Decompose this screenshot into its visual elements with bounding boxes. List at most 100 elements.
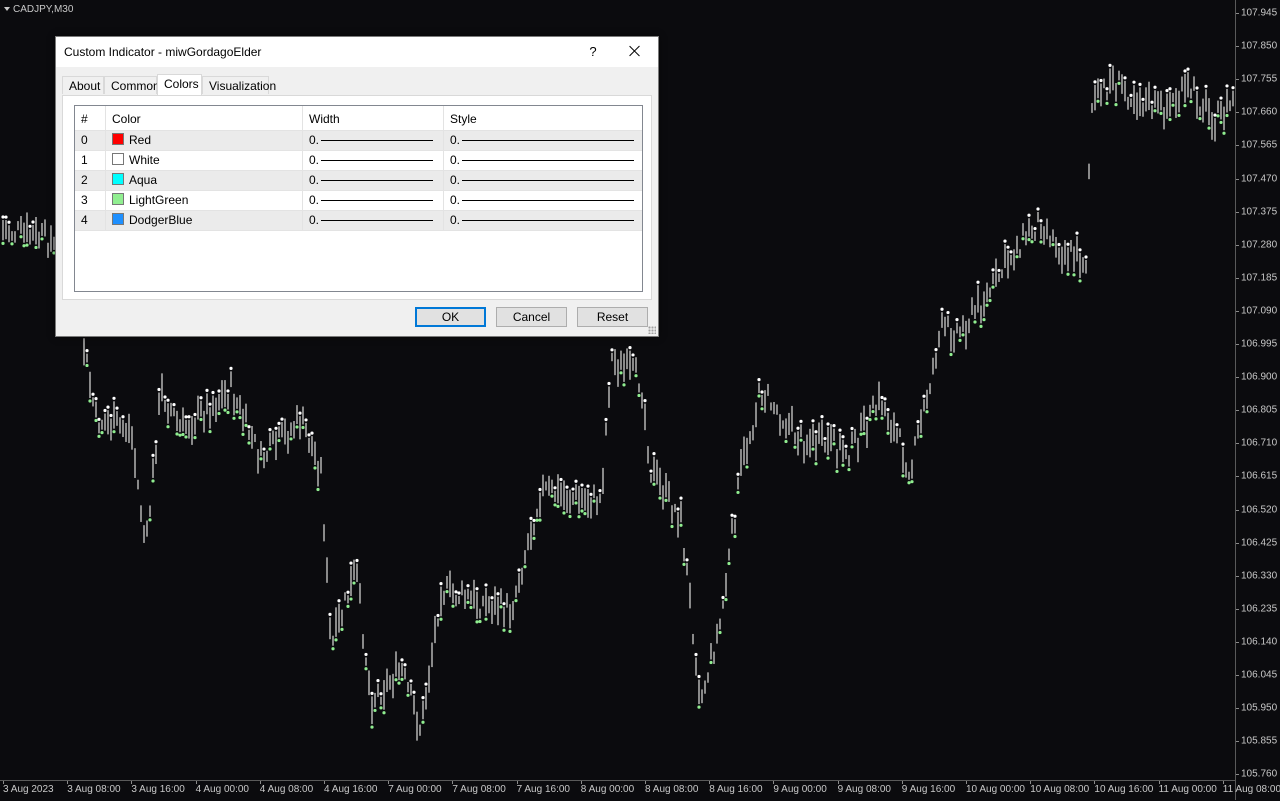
price-bar bbox=[1163, 107, 1165, 130]
low-marker bbox=[340, 627, 344, 631]
price-bar bbox=[302, 406, 304, 425]
high-marker bbox=[475, 587, 479, 591]
price-bar bbox=[1196, 91, 1198, 119]
price-bar bbox=[893, 412, 895, 442]
table-row[interactable]: 3 LightGreen 0. 0. bbox=[75, 191, 642, 211]
high-marker bbox=[1219, 96, 1223, 100]
high-marker bbox=[262, 447, 266, 451]
color-cell[interactable]: DodgerBlue bbox=[106, 211, 303, 230]
width-cell[interactable]: 0. bbox=[303, 151, 444, 170]
low-marker bbox=[859, 432, 863, 436]
style-value: 0. bbox=[450, 133, 461, 147]
width-cell[interactable]: 0. bbox=[303, 211, 444, 230]
tab-common[interactable]: Common bbox=[104, 76, 160, 94]
price-bar bbox=[1064, 240, 1066, 265]
price-bar bbox=[803, 441, 805, 464]
price-bar bbox=[632, 357, 634, 371]
price-bar bbox=[161, 373, 163, 402]
price-bar bbox=[167, 403, 169, 424]
price-bar bbox=[446, 575, 448, 589]
price-bar bbox=[1181, 76, 1183, 92]
high-marker bbox=[1003, 239, 1007, 243]
price-bar bbox=[485, 587, 487, 617]
price-bar bbox=[623, 353, 625, 382]
table-row[interactable]: 1 White 0. 0. bbox=[75, 151, 642, 171]
time-label: 9 Aug 00:00 bbox=[773, 784, 827, 795]
tab-about[interactable]: About bbox=[62, 76, 104, 94]
high-marker bbox=[1108, 63, 1112, 68]
style-cell[interactable]: 0. bbox=[444, 211, 642, 230]
price-bar bbox=[959, 326, 961, 338]
symbol-label[interactable]: CADJPY,M30 bbox=[4, 4, 73, 15]
price-tick bbox=[1236, 575, 1239, 577]
price-bar bbox=[695, 657, 697, 676]
style-cell[interactable]: 0. bbox=[444, 131, 642, 150]
column-header-number[interactable]: # bbox=[75, 106, 106, 130]
style-cell[interactable]: 0. bbox=[444, 151, 642, 170]
dialog-titlebar[interactable]: Custom Indicator - miwGordagoElder ? bbox=[56, 37, 658, 67]
column-header-color[interactable]: Color bbox=[106, 106, 303, 130]
color-cell[interactable]: LightGreen bbox=[106, 191, 303, 210]
color-name: Red bbox=[129, 133, 152, 147]
width-cell[interactable]: 0. bbox=[303, 171, 444, 190]
low-marker bbox=[832, 442, 836, 446]
price-bar bbox=[641, 392, 643, 409]
price-bar bbox=[635, 357, 637, 373]
row-number: 4 bbox=[75, 211, 106, 230]
time-label: 8 Aug 16:00 bbox=[709, 784, 763, 795]
color-cell[interactable]: Aqua bbox=[106, 171, 303, 190]
price-label: 106.615 bbox=[1241, 470, 1278, 482]
table-row[interactable]: 0 Red 0. 0. bbox=[75, 131, 642, 151]
color-cell[interactable]: White bbox=[106, 151, 303, 170]
price-bar bbox=[164, 399, 166, 412]
high-marker bbox=[997, 268, 1001, 273]
low-marker bbox=[400, 677, 404, 682]
column-header-width[interactable]: Width bbox=[303, 106, 444, 130]
low-marker bbox=[910, 480, 914, 484]
price-tick bbox=[1236, 741, 1239, 743]
row-number: 1 bbox=[75, 151, 106, 170]
price-bar bbox=[374, 692, 376, 708]
width-cell[interactable]: 0. bbox=[303, 131, 444, 150]
price-label: 107.850 bbox=[1241, 40, 1278, 52]
high-marker bbox=[844, 444, 848, 448]
color-cell[interactable]: Red bbox=[106, 131, 303, 150]
high-marker bbox=[865, 416, 869, 420]
close-icon[interactable] bbox=[624, 40, 646, 62]
tab-visualization[interactable]: Visualization bbox=[202, 76, 276, 94]
help-button[interactable]: ? bbox=[586, 44, 600, 59]
low-marker bbox=[244, 423, 248, 427]
price-bar bbox=[791, 405, 793, 432]
price-bar bbox=[614, 349, 616, 376]
table-row[interactable]: 2 Aqua 0. 0. bbox=[75, 171, 642, 191]
cancel-button[interactable]: Cancel bbox=[496, 307, 567, 327]
tab-colors[interactable]: Colors bbox=[157, 74, 202, 95]
reset-button[interactable]: Reset bbox=[577, 307, 648, 327]
price-bar bbox=[881, 400, 883, 416]
low-marker bbox=[733, 534, 737, 539]
price-bar bbox=[872, 395, 874, 409]
width-cell[interactable]: 0. bbox=[303, 191, 444, 210]
price-bar bbox=[440, 586, 442, 617]
resize-grip-icon[interactable] bbox=[648, 326, 656, 334]
column-header-style[interactable]: Style bbox=[444, 106, 642, 130]
price-bar bbox=[1016, 235, 1018, 254]
time-label: 11 Aug 08:00 bbox=[1222, 784, 1280, 795]
price-bar bbox=[797, 431, 799, 456]
price-bar bbox=[380, 696, 382, 705]
style-cell[interactable]: 0. bbox=[444, 191, 642, 210]
low-marker bbox=[709, 660, 713, 665]
price-bar bbox=[1199, 106, 1201, 116]
price-bar bbox=[221, 380, 223, 409]
price-bar bbox=[416, 711, 418, 741]
high-marker bbox=[517, 568, 521, 572]
table-row[interactable]: 4 DodgerBlue 0. 0. bbox=[75, 211, 642, 231]
price-bar bbox=[428, 665, 430, 693]
price-bar bbox=[212, 395, 214, 416]
price-bar bbox=[224, 380, 226, 408]
low-marker bbox=[175, 432, 179, 436]
ok-button[interactable]: OK bbox=[415, 307, 486, 327]
colors-grid[interactable]: # Color Width Style 0 Red 0. 0. 1 White 0. 0. 2 A… bbox=[74, 105, 643, 292]
price-bar bbox=[401, 662, 403, 677]
style-cell[interactable]: 0. bbox=[444, 171, 642, 190]
